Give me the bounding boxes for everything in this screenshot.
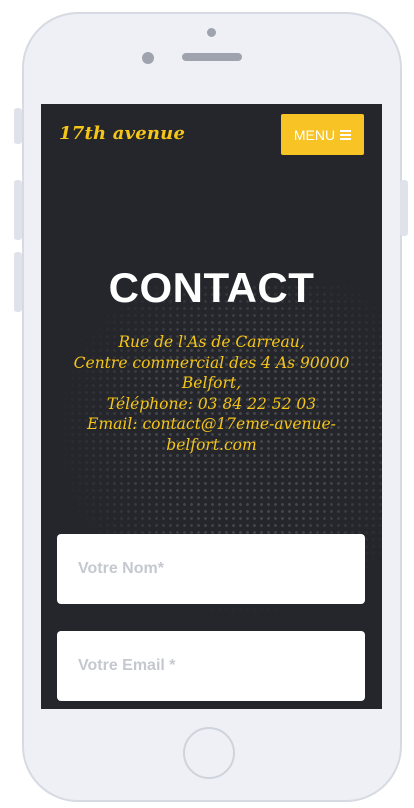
- hamburger-icon: [340, 130, 352, 140]
- address-line-phone: Téléphone: 03 84 22 52 03: [106, 394, 317, 413]
- phone-sensor: [142, 52, 154, 64]
- phone-mute-switch: [14, 108, 22, 144]
- phone-screen: 17th avenue MENU CONTACT Rue de l'As de …: [41, 104, 382, 709]
- address-line-email-domain: belfort.com: [166, 435, 257, 454]
- email-input[interactable]: [57, 631, 365, 701]
- address-line-center: Centre commercial des 4 As 90000: [73, 353, 350, 372]
- address-line-street: Rue de l'As de Carreau,: [118, 333, 305, 351]
- address-line-city: Belfort,: [181, 374, 242, 392]
- menu-button-label: MENU: [293, 126, 336, 143]
- site-logo[interactable]: 17th avenue: [59, 123, 185, 144]
- phone-home-button[interactable]: [183, 727, 235, 779]
- contact-address: Rue de l'As de Carreau, Centre commercia…: [61, 332, 362, 455]
- phone-volume-up: [14, 180, 22, 240]
- page-title: CONTACT: [108, 264, 315, 311]
- menu-button[interactable]: MENU: [281, 114, 364, 155]
- phone-speaker: [182, 53, 242, 61]
- phone-volume-down: [14, 252, 22, 312]
- phone-power-button: [400, 180, 408, 236]
- name-input[interactable]: [57, 534, 365, 604]
- phone-camera: [207, 28, 216, 37]
- address-line-email: Email: contact@17eme-avenue-: [87, 415, 336, 433]
